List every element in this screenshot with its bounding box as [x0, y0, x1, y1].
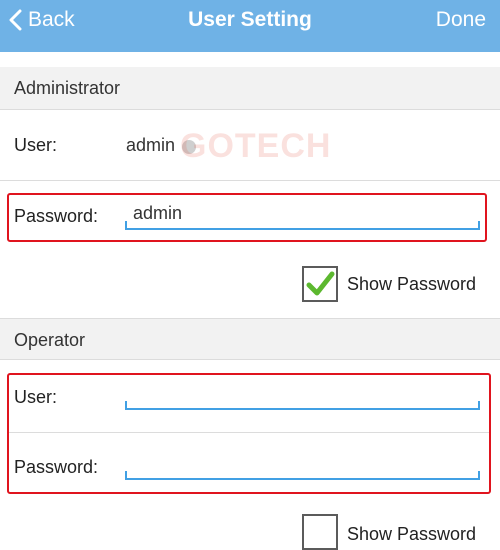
- operator-show-password-checkbox[interactable]: [302, 514, 338, 550]
- operator-user-field-underline: [125, 408, 480, 410]
- operator-header-text: Operator: [14, 330, 86, 350]
- operator-password-field-underline: [125, 478, 480, 480]
- field-edge: [478, 221, 480, 229]
- done-button[interactable]: Done: [436, 0, 486, 40]
- operator-section-header: Operator: [0, 319, 500, 359]
- operator-user-label: User:: [14, 387, 58, 407]
- administrator-header-text: Administrator: [14, 78, 121, 98]
- checkmark-icon: [306, 271, 335, 296]
- back-label: Back: [28, 8, 75, 31]
- admin-password-value[interactable]: admin: [133, 203, 182, 224]
- divider: [0, 180, 500, 181]
- admin-show-password-checkbox[interactable]: [302, 266, 338, 302]
- field-edge: [125, 401, 127, 409]
- divider: [0, 109, 500, 110]
- admin-show-password-label[interactable]: Show Password: [347, 274, 476, 295]
- admin-password-field-underline: [125, 228, 480, 230]
- admin-password-label: Password:: [14, 206, 99, 226]
- admin-user-label: User:: [14, 135, 58, 155]
- field-edge: [478, 471, 480, 479]
- back-button[interactable]: Back: [8, 0, 75, 40]
- admin-user-value: admin: [126, 135, 176, 155]
- field-edge: [125, 221, 127, 229]
- field-edge: [478, 401, 480, 409]
- watermark-logo: GOTECH: [180, 127, 332, 165]
- chevron-left-icon: [9, 9, 22, 31]
- nav-bar: [0, 0, 500, 52]
- field-edge: [125, 471, 127, 479]
- operator-show-password-label[interactable]: Show Password: [347, 524, 476, 545]
- administrator-section-header: Administrator: [0, 67, 500, 109]
- divider: [0, 359, 500, 360]
- operator-password-label: Password:: [14, 457, 99, 477]
- divider: [9, 432, 489, 433]
